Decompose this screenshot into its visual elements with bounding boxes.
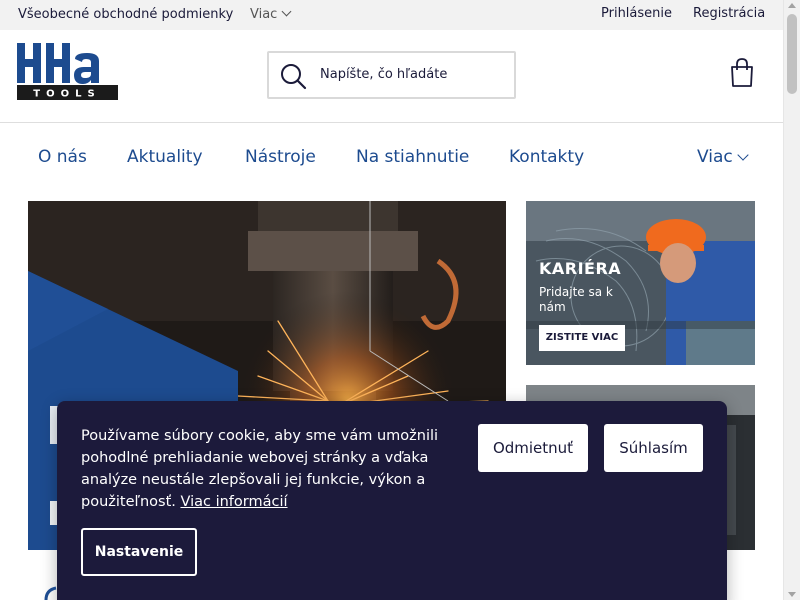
cookie-text: Používame súbory cookie, aby sme vám umo… (81, 425, 451, 513)
topbar-more-dropdown[interactable]: Viac (250, 6, 292, 22)
hha-tools-logo[interactable]: TOOLS (17, 43, 118, 100)
cookie-more-info-link[interactable]: Viac informácií (180, 494, 287, 510)
nav-item-downloads[interactable]: Na stiahnutie (356, 147, 469, 167)
topbar-more-label: Viac (250, 7, 278, 22)
page-scrollbar[interactable] (783, 0, 800, 600)
nav-more-dropdown[interactable]: Viac (697, 147, 749, 167)
nav-item-tools[interactable]: Nástroje (245, 147, 316, 167)
settings-button[interactable]: Nastavenie (81, 528, 197, 576)
decline-button[interactable]: Odmietnuť (478, 424, 588, 472)
scroll-up-arrow-icon[interactable] (788, 3, 796, 8)
login-link[interactable]: Prihlásenie (601, 6, 672, 21)
partial-logo-icon (44, 586, 57, 600)
nav-item-news[interactable]: Aktuality (127, 147, 203, 167)
search-icon[interactable] (279, 62, 307, 90)
terms-link[interactable]: Všeobecné obchodné podmienky (18, 7, 233, 22)
shopping-bag-icon[interactable] (729, 58, 755, 88)
career-subtitle: Pridajte sa k nám (539, 285, 613, 314)
career-more-button[interactable]: ZISTITE VIAC (539, 325, 625, 351)
scrollbar-thumb[interactable] (787, 14, 797, 94)
search-input[interactable]: Napíšte, čo hľadáte (320, 67, 447, 82)
search-box[interactable]: Napíšte, čo hľadáte (267, 51, 516, 99)
nav-more-label: Viac (697, 147, 733, 167)
career-title: KARIÉRA (539, 259, 622, 278)
register-link[interactable]: Registrácia (693, 6, 765, 21)
page: Všeobecné obchodné podmienky Viac Prihlá… (0, 0, 800, 600)
career-card[interactable]: KARIÉRA Pridajte sa k nám ZISTITE VIAC (526, 201, 755, 365)
chevron-down-icon (281, 6, 292, 17)
scroll-down-arrow-icon[interactable] (788, 592, 796, 597)
accept-button[interactable]: Súhlasím (604, 424, 703, 472)
top-utility-bar: Všeobecné obchodné podmienky Viac Prihlá… (0, 0, 783, 30)
cookie-consent-dialog: Používame súbory cookie, aby sme vám umo… (57, 401, 727, 600)
logo-subtext: TOOLS (33, 89, 100, 100)
main-navigation: O nás Aktuality Nástroje Na stiahnutie K… (0, 123, 783, 193)
nav-item-contacts[interactable]: Kontakty (509, 147, 584, 167)
site-header: TOOLS Napíšte, čo hľadáte (0, 30, 783, 123)
nav-item-about[interactable]: O nás (38, 147, 87, 167)
chevron-down-icon (737, 149, 749, 161)
